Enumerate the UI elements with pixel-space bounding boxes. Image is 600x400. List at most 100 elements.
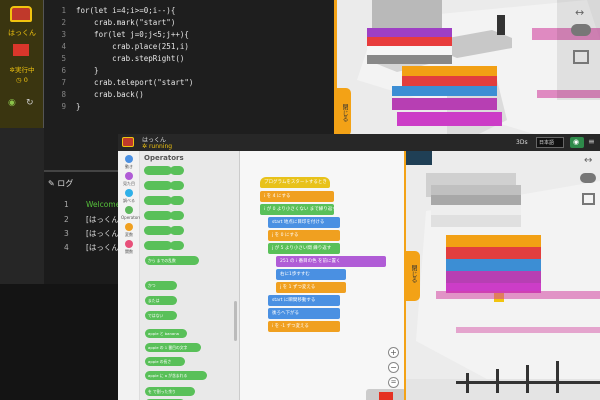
category-item[interactable]: Operators [121,206,141,222]
category-label: 動き [125,164,133,169]
block-palette[interactable]: Operators から までの乱数 かつまたはではない apple と banan… [140,151,240,400]
script-block[interactable]: i が 0 より小さくない まで繰り返す [260,204,334,215]
palette-block-slot[interactable] [170,226,184,235]
titlebar: はっくん ✲ running 3Ds 日本語 ◉ ≡ [118,134,600,151]
zoom-in-button[interactable]: + [388,347,399,358]
line-number: 3 [61,30,66,39]
category-label: 見た目 [123,181,135,186]
line-number: 2 [61,18,66,27]
script-block[interactable]: 右に1歩すすむ [276,269,346,280]
back-left-strip [0,128,44,288]
scene-arrows-icon[interactable]: ↔ [575,6,584,19]
palette-block[interactable] [144,196,172,205]
zoom-label[interactable]: 3Ds [516,139,528,146]
category-label: 変数 [125,232,133,237]
palette-block[interactable]: または [145,296,177,305]
hat-block[interactable]: プログラムをスタートするとき [260,177,330,188]
refresh-icon[interactable]: ↻ [26,98,34,108]
code-line[interactable]: 4 crab.place(251,i) [44,42,334,53]
stop-icon [379,392,393,400]
scene-side-tab-label: 閉じる [410,265,417,283]
palette-block[interactable] [144,226,172,235]
code-line[interactable]: 9} [44,102,334,113]
category-dot-icon [125,223,133,231]
line-number: 9 [61,102,66,111]
code-line[interactable]: 8 crab.back() [44,90,334,101]
code-line[interactable]: 3 for(let j=0;j<5;j++){ [44,30,334,41]
category-item[interactable]: 見た目 [121,172,137,188]
code-text: } [76,66,99,75]
gamepad-icon[interactable] [580,173,596,183]
running-status: ✲実行中 [9,66,35,74]
palette-block[interactable] [144,211,172,220]
menu-icon[interactable]: ≡ [588,137,595,146]
palette-block-slot[interactable] [170,196,184,205]
palette-block[interactable]: apple に a が含まれる [145,371,207,380]
palette-scrollbar[interactable] [234,301,237,341]
script-block[interactable]: 後ろへ下がる [268,308,340,319]
back-sidebar: はっくん ✲実行中 ◷ 0 ◉ ↻ [0,0,44,128]
category-item[interactable]: 調べる [121,189,137,205]
code-line[interactable]: 7 crab.teleport("start") [44,78,334,89]
code-line[interactable]: 1 for(let i=4;i>=0;i--){ [44,6,334,17]
palette-block[interactable]: apple の 1 番目の文字 [145,343,201,352]
category-item[interactable]: 変数 [121,223,137,239]
palette-block-slot[interactable] [170,241,184,250]
scene-side-tab-label: 閉じる [341,104,348,122]
script-block[interactable]: i を -1 ずつ変える [268,321,340,332]
script-block[interactable]: start 地点に目印を付ける [268,217,340,228]
palette-block[interactable]: ではない [145,311,177,320]
palette-block-slot[interactable] [170,211,184,220]
mascot-icon [122,137,134,147]
palette-block[interactable]: を で割った余り [145,387,195,396]
category-dot-icon [125,206,133,214]
palette-block-slot[interactable] [170,166,184,175]
log-line-number: 1 [64,200,69,209]
palette-block[interactable] [144,181,172,190]
code-line[interactable]: 6 } [44,66,334,77]
code-text: for(let j=0;j<5;j++){ [76,30,189,39]
code-text: for(let i=4;i>=0;i--){ [76,6,176,15]
gamepad-icon[interactable] [571,24,591,36]
visibility-toggle[interactable]: ◉ [570,137,584,148]
minimap [406,151,432,165]
box-icon[interactable] [582,193,595,205]
palette-block-slot[interactable] [170,181,184,190]
box-icon[interactable] [573,50,589,64]
3d-scene-front[interactable]: 閉じる ↔ [406,151,600,400]
palette-block[interactable]: apple の長さ [145,357,185,366]
script-block[interactable]: j が 5 より小さい間 繰り返す [268,243,340,254]
palette-block[interactable]: かつ [145,281,177,290]
palette-block[interactable]: apple と banana [145,329,187,338]
scene-arrows-icon[interactable]: ↔ [584,155,592,166]
line-number: 8 [61,90,66,99]
code-line[interactable]: 5 crab.stepRight() [44,54,334,65]
3d-scene-back[interactable]: 閉じる ↔ [337,0,600,135]
blocks-editor-window: はっくん ✲ running 3Ds 日本語 ◉ ≡ 動き 見た目 調べる Opera… [118,134,600,400]
code-text: crab.stepRight() [76,54,185,63]
language-select[interactable]: 日本語 [536,137,564,148]
eye-icon[interactable]: ◉ [8,98,16,108]
stop-button[interactable] [366,389,406,400]
zoom-reset-button[interactable]: = [388,377,399,388]
scene-render [406,151,600,400]
log-line-number: 4 [64,243,69,252]
script-block[interactable]: j を 0 にする [268,230,340,241]
palette-block[interactable]: から までの乱数 [145,256,199,265]
code-text: crab.mark("start") [76,18,176,27]
script-block[interactable]: j を 1 ずつ変える [276,282,346,293]
zoom-out-button[interactable]: − [388,362,399,373]
category-item[interactable]: 関数 [121,240,137,256]
palette-title: Operators [144,154,184,162]
line-number: 4 [61,42,66,51]
script-block[interactable]: start に瞬間移動する [268,295,340,306]
log-line-number: 2 [64,215,69,224]
palette-block[interactable] [144,241,172,250]
counter: ◷ 0 [16,76,28,84]
category-item[interactable]: 動き [121,155,137,171]
color-swatch[interactable] [13,44,29,56]
palette-block[interactable] [144,166,172,175]
code-line[interactable]: 2 crab.mark("start") [44,18,334,29]
script-block[interactable]: 251 の i 番目の色 を前に置く [276,256,386,267]
script-block[interactable]: i を 4 にする [260,191,334,202]
